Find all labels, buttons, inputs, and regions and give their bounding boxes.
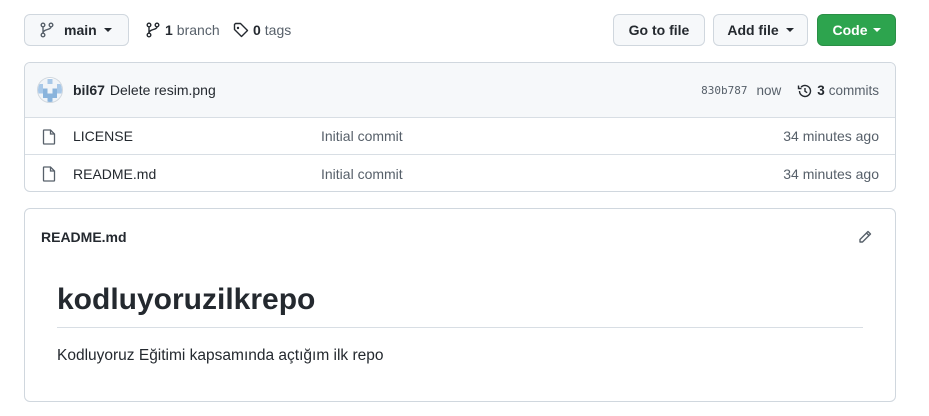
pencil-icon[interactable] [857,229,873,245]
history-icon [797,83,813,99]
git-branch-icon [145,22,161,38]
file-name-link[interactable]: LICENSE [73,128,133,144]
readme-panel: README.md kodluyoruzilkrepo Kodluyoruz E… [24,208,896,402]
branch-name: main [64,22,97,38]
code-label: Code [832,22,868,38]
latest-commit-bar: bil67 Delete resim.png 830b787 now 3 com… [25,63,895,118]
avatar[interactable] [37,77,63,103]
tag-icon [233,22,249,38]
tag-count: 0 [253,22,261,38]
branches-link[interactable]: 1 branch [145,14,220,46]
readme-content: kodluyoruzilkrepo Kodluyoruz Eğitimi kap… [25,265,895,365]
file-commit-message[interactable]: Initial commit [321,166,403,182]
file-age: 34 minutes ago [783,165,879,182]
tags-link[interactable]: 0 tags [233,14,291,46]
table-row: README.md Initial commit 34 minutes ago [25,155,895,191]
file-browser: bil67 Delete resim.png 830b787 now 3 com… [24,62,896,192]
readme-paragraph: Kodluyoruz Eğitimi kapsamında açtığım il… [57,346,384,364]
code-button[interactable]: Code [817,14,896,46]
branch-count: 1 [165,22,173,38]
branch-label: branch [176,22,220,38]
file-age: 34 minutes ago [783,128,879,144]
chevron-down-icon [872,28,881,32]
add-file-label: Add file [727,22,779,38]
chevron-down-icon [103,28,112,32]
table-row: LICENSE Initial commit 34 minutes ago [25,118,895,155]
readme-filename[interactable]: README.md [41,229,127,245]
commits-history-link[interactable]: 3 commits [797,83,879,99]
commit-count: 3 [817,83,825,98]
git-branch-icon [39,22,55,38]
branch-select-button[interactable]: main [24,14,129,46]
commit-author[interactable]: bil67 [73,82,105,98]
repo-toolbar: main 1 branch 0 tags Go to file Add file… [24,14,896,46]
commit-message[interactable]: Delete resim.png [110,82,216,98]
add-file-button[interactable]: Add file [713,14,808,46]
chevron-down-icon [785,28,794,32]
commit-details: 830b787 now 3 commits [701,63,879,118]
commit-label: commits [828,83,879,98]
readme-heading: kodluyoruzilkrepo [57,281,863,328]
file-icon [42,129,56,145]
file-commit-message[interactable]: Initial commit [321,128,403,144]
commit-sha[interactable]: 830b787 [701,84,747,97]
tag-label: tags [264,22,292,38]
commit-time: now [756,83,782,98]
readme-header: README.md [25,209,895,265]
file-icon [42,166,56,182]
go-to-file-label: Go to file [628,22,690,38]
go-to-file-button[interactable]: Go to file [613,14,705,46]
file-name-link[interactable]: README.md [73,166,156,182]
